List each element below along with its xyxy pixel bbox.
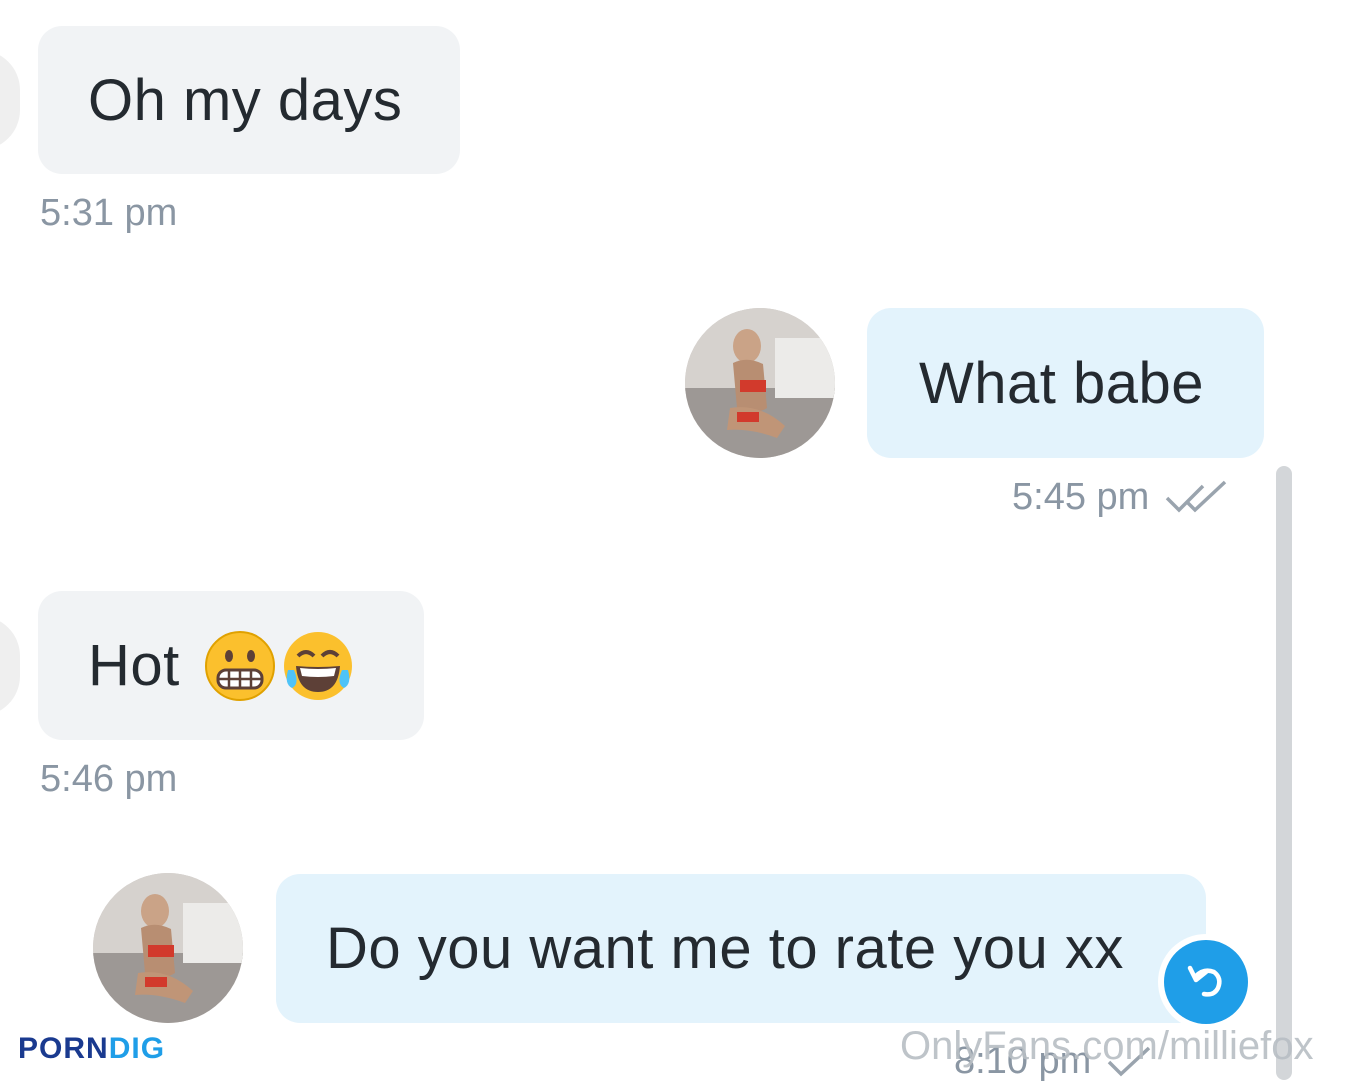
sender-avatar-partial[interactable] xyxy=(0,616,20,716)
message-timestamp: 5:31 pm xyxy=(40,192,177,235)
message-text: What babe xyxy=(919,350,1205,416)
grimacing-face-emoji xyxy=(204,630,275,701)
avatar-photo xyxy=(93,873,243,1023)
message-bubble-outgoing[interactable]: Do you want me to rate you xx xyxy=(276,874,1206,1023)
reply-button[interactable] xyxy=(1164,940,1248,1024)
message-text: Oh my days xyxy=(88,67,403,133)
double-check-icon xyxy=(1166,480,1227,512)
message-bubble-incoming[interactable]: Oh my days xyxy=(38,26,460,174)
message-timestamp: 5:46 pm xyxy=(40,758,177,801)
message-bubble-incoming[interactable]: Hot xyxy=(38,591,424,740)
timestamp-text: 5:46 pm xyxy=(40,758,178,800)
user-avatar[interactable] xyxy=(93,873,243,1023)
watermark-part-porn: PORN xyxy=(18,1032,109,1065)
timestamp-text: 5:31 pm xyxy=(40,192,178,234)
scrollbar[interactable] xyxy=(1276,466,1292,1080)
user-avatar[interactable] xyxy=(685,308,835,458)
onlyfans-watermark: OnlyFans.com/milliefox xyxy=(900,1024,1314,1068)
avatar-photo xyxy=(685,308,835,458)
sender-avatar-partial[interactable] xyxy=(0,50,20,150)
porndig-watermark: PORNDIG xyxy=(18,1032,165,1066)
message-timestamp: 5:45 pm xyxy=(1012,476,1233,519)
message-text: Do you want me to rate you xx xyxy=(326,916,1124,981)
reply-icon xyxy=(1187,965,1222,997)
watermark-part-dig: DIG xyxy=(108,1032,166,1065)
tears-of-joy-emoji xyxy=(283,631,352,700)
timestamp-text: 5:45 pm xyxy=(1012,476,1150,518)
message-bubble-outgoing[interactable]: What babe xyxy=(867,308,1264,458)
message-text: Hot xyxy=(88,633,180,698)
